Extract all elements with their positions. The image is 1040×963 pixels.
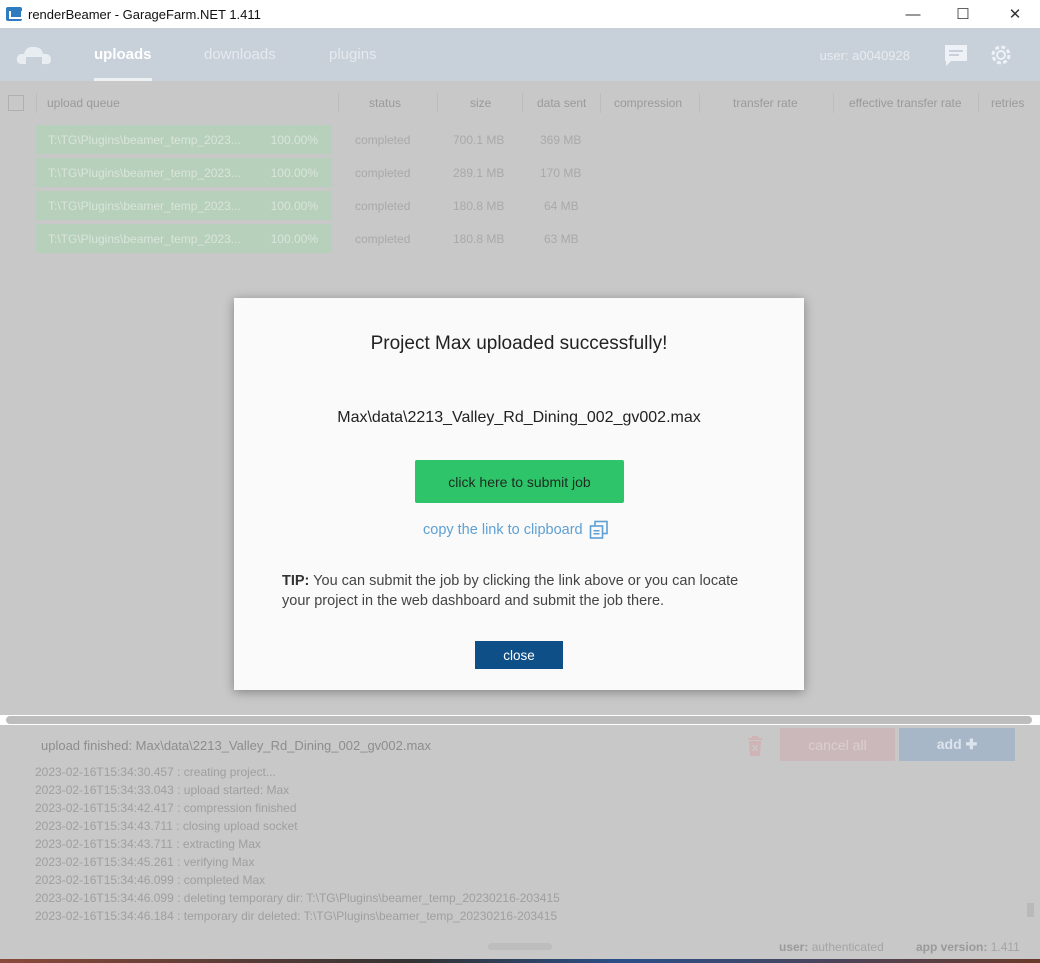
log-line: 2023-02-16T15:34:46.184 : temporary dir …: [35, 909, 558, 923]
app-version-label: app version:: [916, 940, 988, 954]
log-line: 2023-02-16T15:34:43.711 : extracting Max: [35, 837, 261, 851]
col-transfer-rate[interactable]: transfer rate: [733, 96, 798, 110]
dialog-title: Project Max uploaded successfully!: [370, 333, 668, 354]
col-effective-transfer-rate[interactable]: effective transfer rate: [849, 96, 962, 110]
log-line: 2023-02-16T15:34:30.457 : creating proje…: [35, 765, 276, 779]
taskbar-edge: [0, 959, 1040, 963]
horizontal-scrollbar[interactable]: [6, 716, 1032, 724]
log-line: 2023-02-16T15:34:46.099 : completed Max: [35, 873, 266, 887]
tip-text: TIP: You can submit the job by clicking …: [282, 571, 762, 611]
queue-size: 289.1 MB: [453, 166, 505, 180]
log-line: 2023-02-16T15:34:46.099 : deleting tempo…: [35, 891, 560, 905]
progress-bar: T:\TG\Plugins\beamer_temp_2023... 100.00…: [36, 158, 332, 187]
copy-link[interactable]: copy the link to clipboard: [423, 520, 609, 540]
maximize-button[interactable]: ☐: [938, 0, 988, 28]
queue-sent: 63 MB: [544, 232, 579, 246]
select-all-checkbox[interactable]: [8, 95, 24, 111]
gear-icon[interactable]: [988, 42, 1014, 68]
upload-success-dialog: Project Max uploaded successfully! Max\d…: [234, 298, 804, 690]
queue-status: completed: [355, 232, 411, 246]
queue-size: 180.8 MB: [453, 199, 505, 213]
trash-icon[interactable]: [747, 735, 763, 757]
queue-file-name: T:\TG\Plugins\beamer_temp_2023...: [48, 166, 241, 180]
window-title: renderBeamer - GarageFarm.NET 1.411: [28, 6, 261, 22]
user-id: user: a0040928: [819, 48, 910, 63]
col-retries[interactable]: retries: [991, 96, 1024, 110]
queue-progress: 100.00%: [270, 166, 318, 180]
cloud-logo-icon: [16, 46, 51, 66]
tab-downloads[interactable]: downloads: [204, 46, 276, 63]
queue-sent: 170 MB: [540, 166, 582, 180]
column-divider: [978, 93, 979, 113]
queue-sent: 64 MB: [544, 199, 579, 213]
progress-bar: T:\TG\Plugins\beamer_temp_2023... 100.00…: [36, 125, 332, 154]
col-compression[interactable]: compression: [614, 96, 682, 110]
close-dialog-button[interactable]: close: [475, 641, 563, 669]
app-logo-icon: [6, 7, 23, 21]
queue-progress: 100.00%: [270, 199, 318, 213]
col-size[interactable]: size: [470, 96, 491, 110]
copy-icon[interactable]: [589, 520, 609, 540]
queue-row[interactable]: T:\TG\Plugins\beamer_temp_2023... 100.00…: [0, 125, 1040, 155]
queue-file-name: T:\TG\Plugins\beamer_temp_2023...: [48, 133, 241, 147]
app-header: uploads downloads plugins user: a0040928: [0, 28, 1040, 81]
queue-sent: 369 MB: [540, 133, 582, 147]
tab-uploads[interactable]: uploads: [94, 46, 152, 81]
close-window-button[interactable]: ✕: [990, 0, 1040, 28]
window-titlebar: renderBeamer - GarageFarm.NET 1.411 — ☐ …: [0, 0, 1040, 28]
submit-job-button[interactable]: click here to submit job: [415, 460, 624, 503]
minimize-button[interactable]: —: [888, 0, 938, 28]
chat-icon[interactable]: [943, 42, 969, 68]
queue-progress: 100.00%: [270, 232, 318, 246]
column-divider: [437, 93, 438, 113]
column-divider: [600, 93, 601, 113]
copy-link-label[interactable]: copy the link to clipboard: [423, 522, 583, 538]
column-divider: [699, 93, 700, 113]
app-version-value: 1.411: [990, 940, 1020, 954]
log-horizontal-scrollbar[interactable]: [488, 943, 552, 950]
col-status[interactable]: status: [369, 96, 401, 110]
column-divider: [36, 93, 37, 113]
queue-progress: 100.00%: [270, 133, 318, 147]
project-file-path: Max\data\2213_Valley_Rd_Dining_002_gv002…: [337, 409, 701, 426]
column-divider: [338, 93, 339, 113]
col-upload-queue[interactable]: upload queue: [47, 96, 120, 110]
log-line: 2023-02-16T15:34:43.711 : closing upload…: [35, 819, 298, 833]
queue-status: completed: [355, 199, 411, 213]
queue-row[interactable]: T:\TG\Plugins\beamer_temp_2023... 100.00…: [0, 158, 1040, 188]
queue-row[interactable]: T:\TG\Plugins\beamer_temp_2023... 100.00…: [0, 224, 1040, 254]
col-data-sent[interactable]: data sent: [537, 96, 586, 110]
tab-plugins[interactable]: plugins: [329, 46, 377, 63]
footer-bar: user: authenticated app version: 1.411: [0, 935, 1040, 959]
queue-status: completed: [355, 166, 411, 180]
queue-row[interactable]: T:\TG\Plugins\beamer_temp_2023... 100.00…: [0, 191, 1040, 221]
queue-size: 700.1 MB: [453, 133, 505, 147]
auth-status: user: authenticated: [779, 940, 884, 954]
log-panel: 2023-02-16T15:34:30.457 : creating proje…: [0, 765, 1040, 935]
upload-status-bar: upload finished: Max\data\2213_Valley_Rd…: [0, 725, 1040, 765]
progress-bar: T:\TG\Plugins\beamer_temp_2023... 100.00…: [36, 191, 332, 220]
log-scrollbar[interactable]: [1027, 903, 1034, 917]
auth-status-value: authenticated: [811, 940, 884, 954]
log-line: 2023-02-16T15:34:42.417 : compression fi…: [35, 801, 297, 815]
tip-label: TIP:: [282, 573, 310, 589]
queue-file-name: T:\TG\Plugins\beamer_temp_2023...: [48, 199, 241, 213]
progress-bar: T:\TG\Plugins\beamer_temp_2023... 100.00…: [36, 224, 332, 253]
add-button[interactable]: add ✚: [899, 728, 1015, 761]
tip-body: You can submit the job by clicking the l…: [282, 573, 739, 609]
column-divider: [833, 93, 834, 113]
queue-column-headers: upload queue status size data sent compr…: [0, 81, 1040, 125]
log-line: 2023-02-16T15:34:45.261 : verifying Max: [35, 855, 255, 869]
auth-status-label: user:: [779, 940, 809, 954]
app-version: app version: 1.411: [916, 940, 1020, 954]
queue-file-name: T:\TG\Plugins\beamer_temp_2023...: [48, 232, 241, 246]
cancel-all-button[interactable]: cancel all: [780, 728, 895, 761]
log-line: 2023-02-16T15:34:33.043 : upload started…: [35, 783, 290, 797]
column-divider: [522, 93, 523, 113]
queue-size: 180.8 MB: [453, 232, 505, 246]
queue-status: completed: [355, 133, 411, 147]
upload-status-message: upload finished: Max\data\2213_Valley_Rd…: [41, 738, 432, 753]
